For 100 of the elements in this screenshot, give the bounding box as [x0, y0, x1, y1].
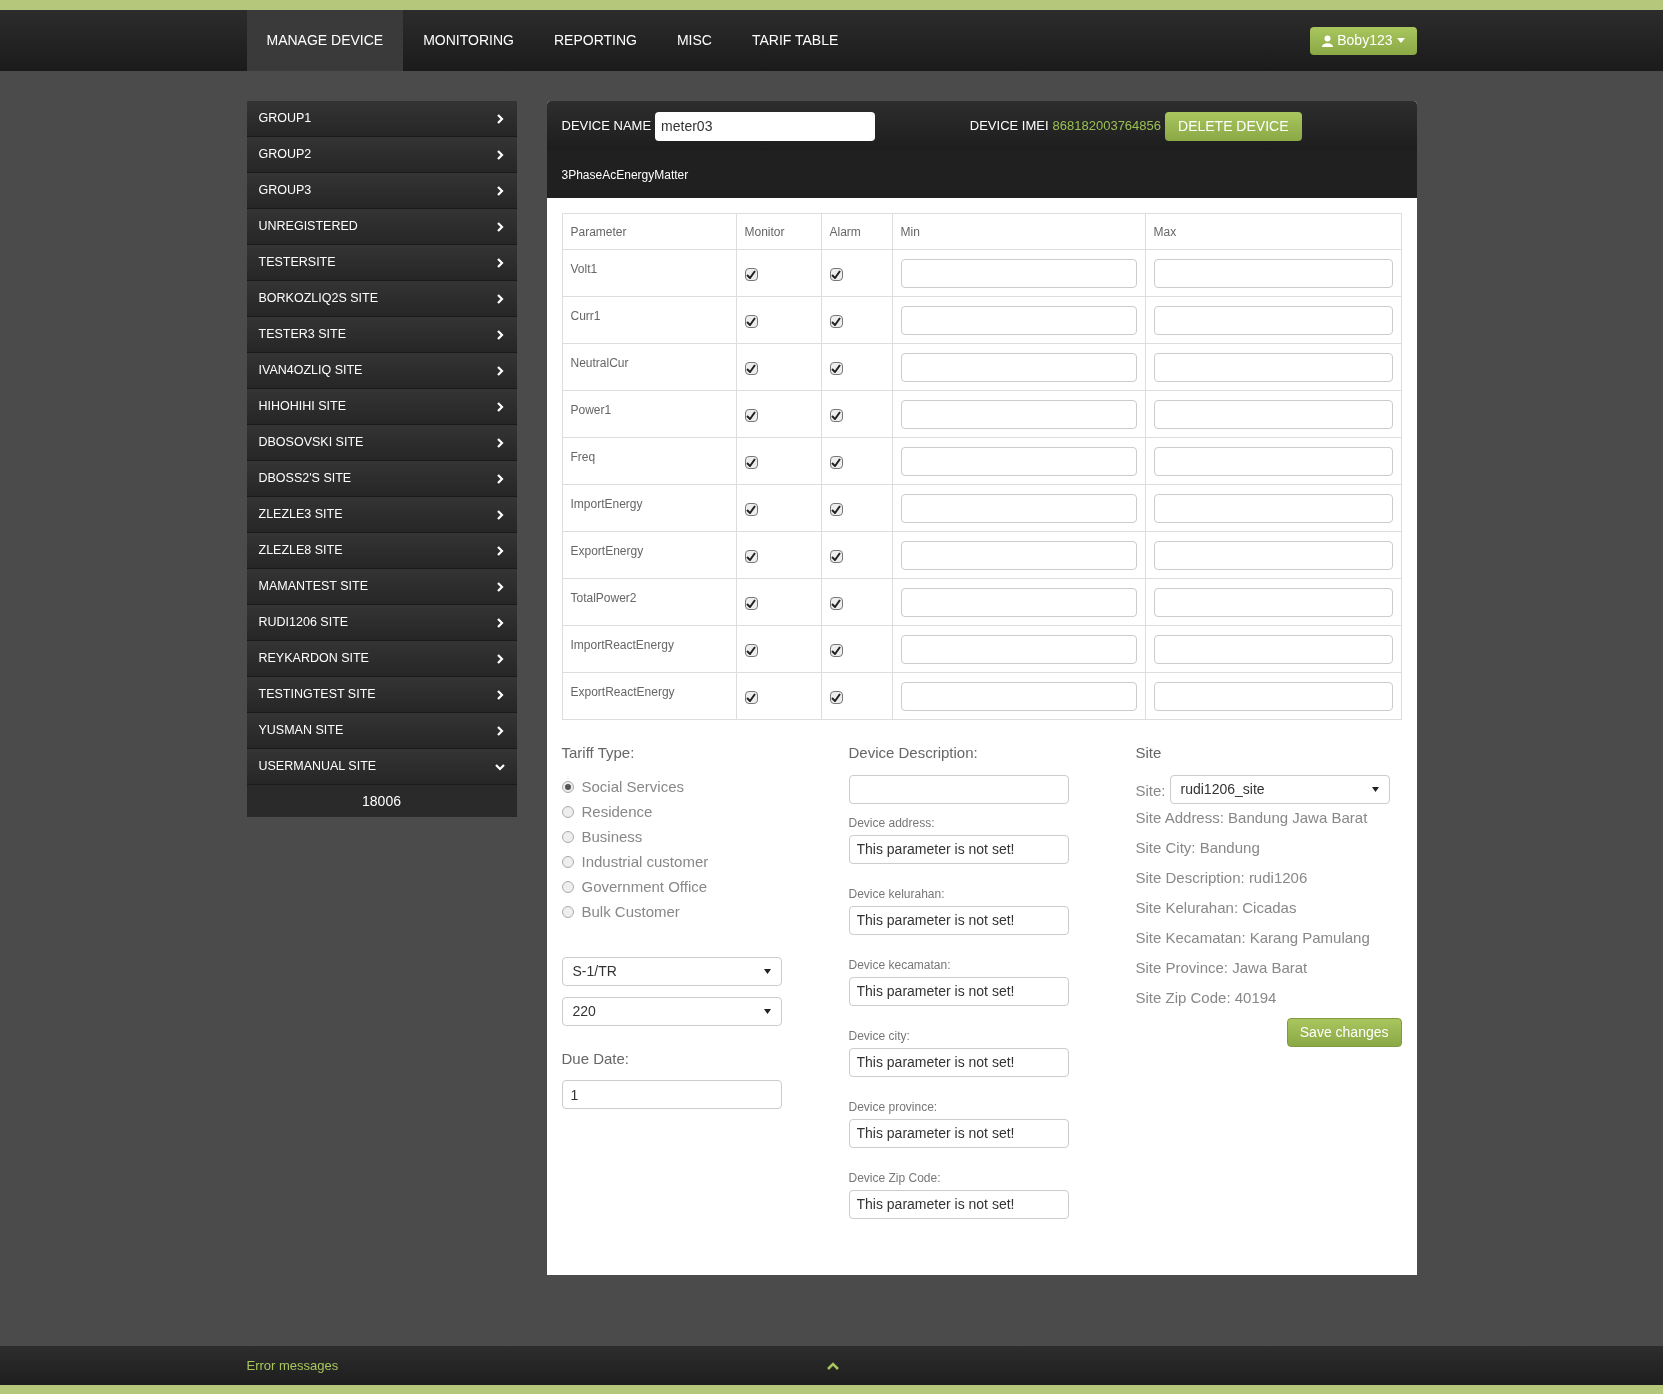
- checkbox[interactable]: [744, 550, 758, 563]
- sidebar-item[interactable]: BORKOZLIQ2S SITE: [246, 281, 517, 317]
- sidebar-item[interactable]: UNREGISTERED: [246, 209, 517, 245]
- device-name-field[interactable]: meter03: [655, 111, 876, 141]
- checkbox[interactable]: [829, 315, 843, 328]
- max-field[interactable]: [1153, 305, 1393, 335]
- site-select[interactable]: rudi1206_site: [1169, 774, 1390, 804]
- sidebar-item[interactable]: DBOSOVSKI SITE: [246, 425, 517, 461]
- max-field[interactable]: [1153, 493, 1393, 523]
- due-date-field[interactable]: 1: [561, 1080, 782, 1109]
- chevron-right-icon: [494, 329, 505, 340]
- checkbox[interactable]: [744, 456, 758, 469]
- min-field[interactable]: [900, 634, 1137, 664]
- sidebar-item[interactable]: GROUP3: [246, 173, 517, 209]
- description-field[interactable]: [848, 774, 1069, 804]
- nav-tab[interactable]: REPORTING: [533, 10, 657, 71]
- sidebar-item[interactable]: GROUP2: [246, 137, 517, 173]
- checkbox[interactable]: [829, 362, 843, 375]
- site-detail: Site Kecamatan: Karang Pamulang: [1135, 928, 1371, 949]
- sidebar-item[interactable]: ZLEZLE8 SITE: [246, 533, 517, 569]
- text-field[interactable]: This parameter is not set!: [848, 834, 1069, 864]
- nav-tab[interactable]: MISC: [656, 10, 732, 71]
- min-field[interactable]: [900, 493, 1137, 523]
- min-field[interactable]: [900, 540, 1137, 570]
- sidebar-item[interactable]: GROUP1: [246, 101, 517, 137]
- chevron-right-icon: [494, 221, 505, 232]
- nav-tab[interactable]: MONITORING: [403, 10, 534, 71]
- max-field[interactable]: [1153, 446, 1393, 476]
- min-field[interactable]: [900, 258, 1137, 288]
- nav-tab[interactable]: TARIF TABLE: [731, 10, 859, 71]
- text-field[interactable]: This parameter is not set!: [848, 1189, 1069, 1219]
- sidebar-item[interactable]: USERMANUAL SITE: [246, 749, 517, 785]
- checkbox[interactable]: [829, 503, 843, 516]
- due-date-label: Due Date:: [561, 1048, 631, 1069]
- radio-button[interactable]: [561, 881, 574, 893]
- max-field[interactable]: [1153, 634, 1393, 664]
- checkbox[interactable]: [744, 503, 758, 516]
- checkbox[interactable]: [829, 644, 843, 657]
- checkbox[interactable]: [829, 409, 843, 422]
- device-type: 3PhaseAcEnergyMatter: [561, 166, 689, 184]
- sidebar-item[interactable]: HIHOHIHI SITE: [246, 389, 517, 425]
- checkbox[interactable]: [829, 691, 843, 704]
- max-field[interactable]: [1153, 540, 1393, 570]
- text-field[interactable]: This parameter is not set!: [848, 976, 1069, 1006]
- column-header: Parameter: [562, 213, 736, 250]
- radio-label: Government Office: [581, 876, 708, 897]
- text-field[interactable]: This parameter is not set!: [848, 1047, 1069, 1077]
- sidebar-item[interactable]: MAMANTEST SITE: [246, 569, 517, 605]
- text-field[interactable]: This parameter is not set!: [848, 905, 1069, 935]
- radio-label: Bulk Customer: [581, 901, 680, 922]
- min-field[interactable]: [900, 681, 1137, 711]
- checkbox[interactable]: [744, 691, 758, 704]
- sidebar-item[interactable]: RUDI1206 SITE: [246, 605, 517, 641]
- sidebar-item[interactable]: TESTERSITE: [246, 245, 517, 281]
- max-field[interactable]: [1153, 352, 1393, 382]
- sidebar-item[interactable]: DBOSS2'S SITE: [246, 461, 517, 497]
- checkbox[interactable]: [744, 409, 758, 422]
- nav-tab[interactable]: MANAGE DEVICE: [246, 10, 404, 71]
- checkbox[interactable]: [744, 268, 758, 281]
- max-field[interactable]: [1153, 587, 1393, 617]
- max-field[interactable]: [1153, 258, 1393, 288]
- checkbox[interactable]: [829, 597, 843, 610]
- sidebar-item[interactable]: IVAN4OZLIQ SITE: [246, 353, 517, 389]
- sidebar-subitem[interactable]: 18006: [246, 785, 517, 817]
- caret-icon: [1396, 38, 1405, 43]
- min-field[interactable]: [900, 399, 1137, 429]
- max-field[interactable]: [1153, 399, 1393, 429]
- imei-value: 868182003764856: [1052, 117, 1161, 136]
- sidebar-item[interactable]: TESTER3 SITE: [246, 317, 517, 353]
- sidebar-item[interactable]: ZLEZLE3 SITE: [246, 497, 517, 533]
- max-field[interactable]: [1153, 681, 1393, 711]
- checkbox[interactable]: [829, 550, 843, 563]
- radio-button[interactable]: [561, 856, 574, 868]
- checkbox[interactable]: [744, 362, 758, 375]
- sidebar-item[interactable]: YUSMAN SITE: [246, 713, 517, 749]
- radio-button[interactable]: [561, 831, 574, 843]
- sidebar-item[interactable]: TESTINGTEST SITE: [246, 677, 517, 713]
- checkbox[interactable]: [744, 597, 758, 610]
- power-select[interactable]: 220: [561, 996, 782, 1026]
- chevron-up-icon[interactable]: [826, 1361, 839, 1370]
- field-label: Device kecamatan:: [848, 956, 952, 974]
- tariff-class-select[interactable]: S-1/TR: [561, 956, 782, 986]
- checkbox[interactable]: [829, 268, 843, 281]
- checkbox[interactable]: [744, 644, 758, 657]
- error-messages-label[interactable]: Error messages: [246, 1355, 827, 1376]
- radio-button[interactable]: [561, 806, 574, 818]
- min-field[interactable]: [900, 352, 1137, 382]
- chevron-down-icon: [494, 761, 505, 772]
- checkbox[interactable]: [829, 456, 843, 469]
- min-field[interactable]: [900, 587, 1137, 617]
- site-detail: Site Kelurahan: Cicadas: [1135, 898, 1298, 919]
- radio-button[interactable]: [561, 781, 574, 793]
- text-field[interactable]: This parameter is not set!: [848, 1118, 1069, 1148]
- min-field[interactable]: [900, 446, 1137, 476]
- min-field[interactable]: [900, 305, 1137, 335]
- column-header: Max: [1145, 213, 1401, 250]
- sidebar-item[interactable]: REYKARDON SITE: [246, 641, 517, 677]
- radio-button[interactable]: [561, 906, 574, 918]
- radio-label: Industrial customer: [581, 851, 709, 872]
- checkbox[interactable]: [744, 315, 758, 328]
